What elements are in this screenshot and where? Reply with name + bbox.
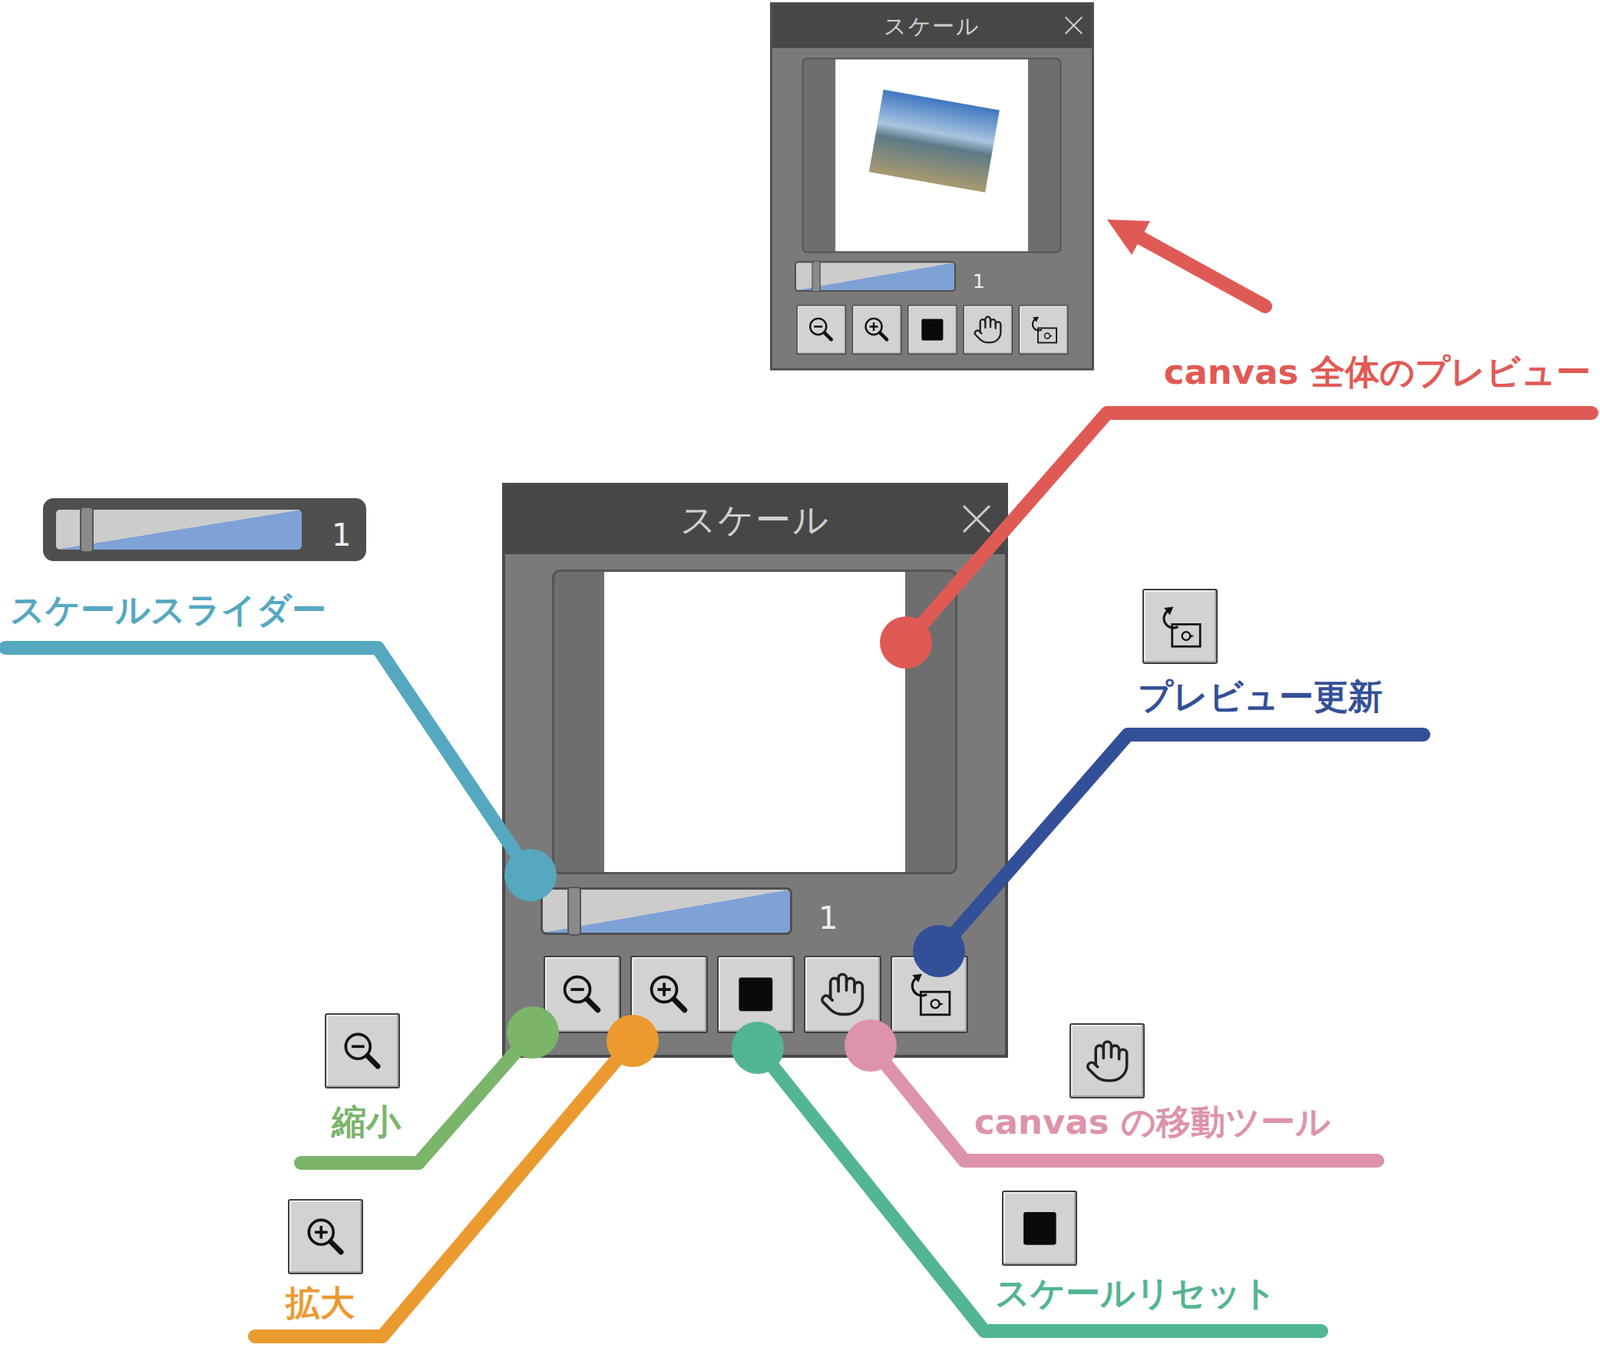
leader-line: [912, 734, 1424, 978]
hand-icon: [972, 314, 1004, 346]
close-icon[interactable]: [958, 501, 995, 537]
tool-button-row: [796, 304, 1069, 355]
leader-line: [844, 1019, 1378, 1161]
hand-icon: [1084, 1038, 1131, 1085]
zoom-in-thumbnail: [287, 1199, 364, 1275]
refresh-preview-icon: [1028, 314, 1059, 346]
callout-label: canvas の移動ツール: [974, 1102, 1331, 1143]
scale-slider[interactable]: [53, 507, 305, 553]
scale-value: 1: [331, 519, 351, 553]
preview-sheet: [604, 571, 906, 873]
scale-value: 1: [972, 271, 986, 292]
callout-label: 縮小: [331, 1102, 401, 1143]
preview-sheet: [835, 59, 1029, 252]
callout-label: canvas 全体のプレビュー: [1163, 352, 1591, 393]
zoom-out-button[interactable]: [796, 304, 847, 355]
scale-slider-row: 1: [540, 887, 838, 936]
title-bar[interactable]: スケール: [772, 4, 1093, 49]
slider-thumbnail: 1: [42, 498, 367, 562]
preview-photo: [869, 89, 1000, 193]
leader-line: [300, 1006, 559, 1164]
leader-line: [879, 413, 1592, 669]
panel-body: 1: [505, 554, 1005, 1034]
callout-label: プレビュー更新: [1137, 677, 1383, 718]
leader-dot: [504, 849, 557, 902]
zoom-in-icon: [861, 314, 893, 346]
panel-window: スケール 1: [502, 482, 1009, 1058]
zoom-in-icon: [302, 1213, 350, 1261]
leader-dot: [879, 616, 933, 669]
canvas-preview: [802, 57, 1062, 253]
slider-thumb[interactable]: [811, 261, 821, 293]
panel-title: スケール: [883, 10, 980, 42]
reset-button[interactable]: [907, 304, 958, 355]
zoom-out-button[interactable]: [543, 955, 622, 1034]
scale-panel: スケール 1: [502, 482, 1009, 1058]
panel-window: スケール 1: [770, 2, 1095, 371]
reset-thumbnail: [1001, 1190, 1078, 1267]
close-button[interactable]: [1062, 13, 1085, 37]
square-icon: [731, 970, 781, 1019]
scale-slider[interactable]: [794, 261, 956, 292]
zoom-out-icon: [339, 1028, 387, 1075]
leader-dot: [912, 925, 966, 978]
scale-value: 1: [818, 902, 838, 936]
scale-slider[interactable]: [540, 887, 793, 936]
leader-line: [5, 647, 557, 902]
zoom-in-icon: [644, 970, 694, 1019]
hand-button[interactable]: [803, 955, 882, 1034]
leader-dot: [731, 1021, 784, 1075]
scale-slider-row: 1: [794, 261, 986, 292]
close-button[interactable]: [958, 501, 995, 537]
zoom-out-icon: [558, 970, 607, 1019]
hand-button[interactable]: [963, 304, 1014, 355]
canvas-preview: [552, 569, 958, 875]
scale-slider-row: 1: [53, 507, 351, 553]
hand-icon: [818, 970, 867, 1019]
hand-thumbnail: [1069, 1023, 1145, 1099]
zoom-in-button[interactable]: [630, 955, 708, 1034]
zoom-out-icon: [806, 314, 837, 346]
callout-label: スケールスライダー: [9, 590, 327, 631]
reset-button[interactable]: [717, 955, 795, 1034]
refresh-preview-icon: [1157, 603, 1204, 651]
slider-thumb[interactable]: [79, 506, 94, 553]
refresh-button[interactable]: [890, 955, 969, 1034]
tool-button-row: [543, 955, 969, 1034]
square-icon: [1016, 1205, 1064, 1253]
leader-dot: [606, 1014, 659, 1068]
scale-panel: スケール 1: [770, 2, 1095, 371]
panel-title: スケール: [680, 496, 830, 545]
title-bar[interactable]: スケール: [505, 485, 1005, 555]
zoom-in-button[interactable]: [852, 304, 903, 355]
refresh-preview-icon: [905, 970, 954, 1019]
leader-line: [731, 1021, 1322, 1332]
square-icon: [916, 314, 948, 346]
panel-body: 1: [772, 48, 1093, 355]
arrow-head: [1107, 219, 1151, 255]
leader-line: [254, 1014, 659, 1337]
diagram: スケール 1 スケール 1 canvas 全体のプレビュースケールスライダー 1 縮小拡大 ス…: [0, 0, 1600, 1351]
refresh-button[interactable]: [1018, 304, 1069, 355]
close-icon[interactable]: [1062, 13, 1085, 37]
arrow-line: [1140, 238, 1266, 307]
refresh-thumbnail: [1142, 588, 1218, 665]
leader-dot: [844, 1019, 897, 1072]
callout-label: スケールリセット: [995, 1273, 1277, 1314]
zoom-out-thumbnail: [324, 1013, 400, 1089]
callout-label: 拡大: [285, 1283, 355, 1324]
leader-dot: [506, 1006, 559, 1059]
slider-thumb[interactable]: [567, 886, 582, 936]
